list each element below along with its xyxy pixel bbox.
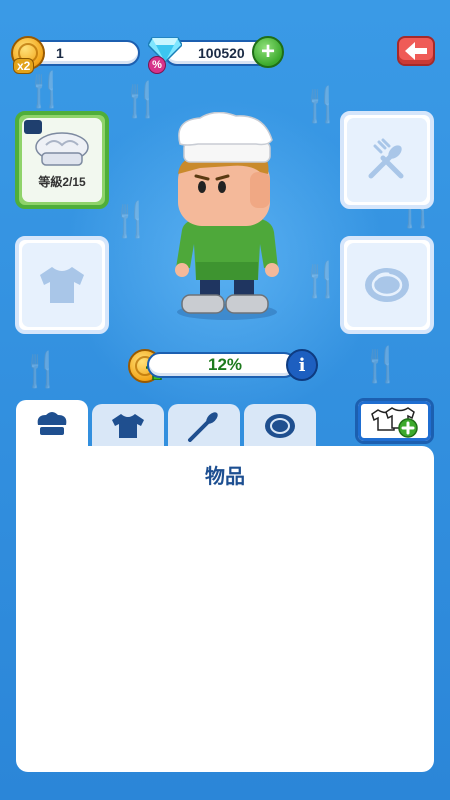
plate-icon [265, 414, 295, 438]
hat-level-label: 等級2/15 [38, 174, 86, 189]
info-icon: i [298, 354, 306, 376]
bonus-percent-display: 12% [147, 352, 297, 378]
utensil-pattern-icon: 🍴 [300, 260, 343, 300]
utensil-pattern-icon: 🍴 [24, 70, 67, 110]
panel-title: 物品 [205, 464, 245, 488]
info-button[interactable]: i [286, 349, 318, 381]
chef-hat-small-icon [24, 120, 42, 134]
chef-character [175, 112, 279, 320]
back-button[interactable] [397, 36, 435, 66]
items-panel: 物品 [16, 446, 434, 772]
shirt-slot[interactable] [15, 236, 109, 334]
tool-slot[interactable] [340, 111, 434, 209]
plate-slot[interactable] [340, 236, 434, 334]
utensil-pattern-icon: 🍴 [110, 200, 153, 240]
add-outfit-button[interactable] [355, 398, 434, 444]
tab-tools[interactable] [168, 404, 240, 448]
plate-icon [365, 268, 409, 302]
coin-count: 1 [56, 45, 64, 61]
arrow-left-icon [405, 42, 427, 60]
utensil-pattern-icon: 🍴 [20, 350, 63, 390]
utensil-pattern-icon: 🍴 [360, 345, 403, 385]
outfit-add-icon [370, 407, 418, 438]
spatula-fork-icon [368, 138, 404, 179]
bonus-percent: 12% [207, 355, 243, 374]
gem-count: 100520 [198, 45, 245, 61]
coin-multiplier-badge: x2 [13, 58, 35, 74]
add-gems-button[interactable]: + [252, 36, 284, 68]
discount-badge-icon: % [148, 56, 166, 74]
shirt-icon [112, 414, 144, 438]
hat-slot[interactable]: 等級2/15 [15, 111, 109, 209]
tab-plates[interactable] [244, 404, 316, 448]
spatula-fork-icon [188, 412, 218, 442]
shirt-icon [40, 267, 84, 303]
tab-shirts[interactable] [92, 404, 164, 448]
utensil-pattern-icon: 🍴 [300, 85, 343, 125]
chef-hat-icon [37, 412, 67, 435]
tab-hats[interactable] [16, 400, 88, 450]
chef-hat-icon [35, 131, 89, 166]
utensil-pattern-icon: 🍴 [120, 80, 163, 120]
